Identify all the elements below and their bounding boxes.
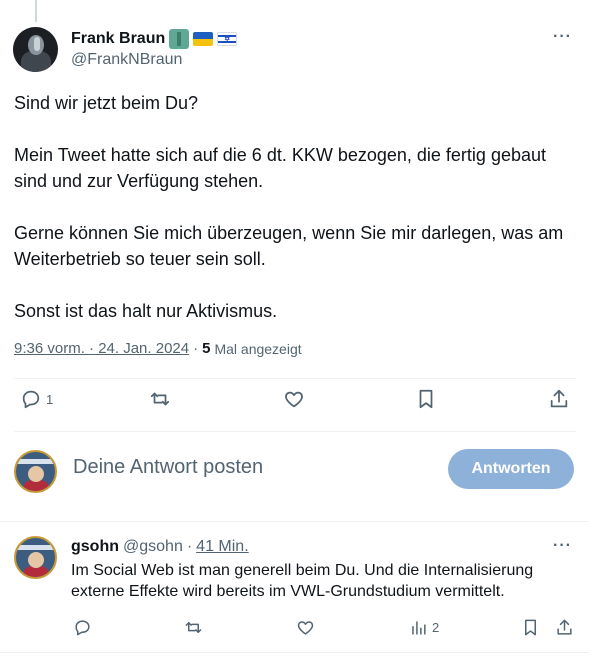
tweet-paragraph: Sind wir jetzt beim Du?: [14, 93, 199, 113]
reply-author-handle[interactable]: @gsohn: [123, 538, 183, 556]
tweet-paragraph: Gerne können Sie mich überzeugen, wenn S…: [14, 223, 564, 269]
tweet-meta: 9:36 vorm. · 24. Jan. 2024 · 5 Mal angez…: [14, 340, 302, 357]
more-options-button[interactable]: ···: [553, 28, 572, 46]
reply-more-options-button[interactable]: ···: [553, 537, 572, 555]
reply-separator: ·: [186, 538, 193, 555]
divider-bottom: [0, 652, 589, 653]
reply-input[interactable]: Deine Antwort posten: [73, 456, 263, 479]
share-action[interactable]: [548, 388, 570, 410]
retweet-icon: [185, 621, 202, 634]
analytics-icon: [412, 621, 426, 635]
reply-header: gsohn @gsohn · 41 Min.: [71, 538, 249, 556]
reply-retweet-action[interactable]: [184, 618, 203, 637]
thread-connector-line: [35, 0, 37, 22]
heart-icon: [297, 621, 314, 635]
israel-flag-icon: ✡: [217, 32, 238, 46]
divider-top-actions: [14, 378, 576, 379]
tweet-paragraph: Mein Tweet hatte sich auf die 6 dt. KKW …: [14, 145, 546, 191]
bookmark-icon: [419, 389, 433, 409]
author-name[interactable]: Frank Braun: [71, 30, 165, 48]
like-action[interactable]: [283, 388, 309, 410]
reply-bookmark-action[interactable]: [521, 618, 540, 637]
author-name-row[interactable]: Frank Braun ✡: [71, 29, 238, 49]
tweet-paragraph: Sonst ist das halt nur Aktivismus.: [14, 301, 278, 321]
reply-action-bar: 2: [71, 618, 576, 640]
author-handle[interactable]: @FrankNBraun: [71, 51, 182, 69]
tweet-paragraph: [14, 194, 576, 220]
retweet-icon: [150, 392, 170, 406]
meta-separator: ·: [193, 340, 199, 357]
retweet-action[interactable]: [149, 388, 175, 410]
reply-icon: [22, 390, 40, 409]
tweet-action-bar: 1: [14, 388, 576, 422]
statue-of-liberty-emoji-icon: [169, 29, 190, 49]
divider-bottom-actions: [14, 431, 576, 432]
views-count: 5: [202, 340, 211, 357]
reply-action[interactable]: 1: [20, 388, 53, 410]
tweet-paragraph: [14, 272, 576, 298]
reply-reply-action[interactable]: [73, 618, 92, 637]
share-icon: [550, 389, 568, 408]
heart-icon: [285, 391, 303, 408]
current-user-avatar[interactable]: [14, 450, 57, 493]
tweet-timestamp-link[interactable]: 9:36 vorm. · 24. Jan. 2024: [14, 340, 189, 357]
bookmark-icon: [524, 619, 537, 636]
bookmark-action[interactable]: [415, 388, 437, 410]
ukraine-flag-icon: [193, 32, 214, 46]
tweet-paragraph: [14, 116, 576, 142]
reply-share-action[interactable]: [555, 618, 574, 637]
author-avatar[interactable]: [13, 27, 58, 72]
reply-views-count: 2: [432, 620, 440, 635]
reply-submit-button[interactable]: Antworten: [448, 449, 574, 489]
reply-tweet[interactable]: gsohn @gsohn · 41 Min. ··· Im Social Web…: [0, 522, 589, 656]
reply-text: Im Social Web ist man generell beim Du. …: [71, 562, 534, 600]
reply-count: 1: [46, 391, 54, 407]
reply-icon: [75, 620, 90, 636]
reply-time-link[interactable]: 41 Min.: [196, 538, 248, 556]
reply-like-action[interactable]: [296, 618, 315, 637]
views-label: Mal angezeigt: [214, 340, 302, 357]
reply-author-name[interactable]: gsohn: [71, 538, 119, 556]
share-icon: [557, 619, 572, 635]
tweet-text: Sind wir jetzt beim Du? Mein Tweet hatte…: [14, 90, 576, 324]
reply-views-action[interactable]: 2: [409, 618, 439, 637]
reply-author-avatar[interactable]: [14, 536, 57, 579]
